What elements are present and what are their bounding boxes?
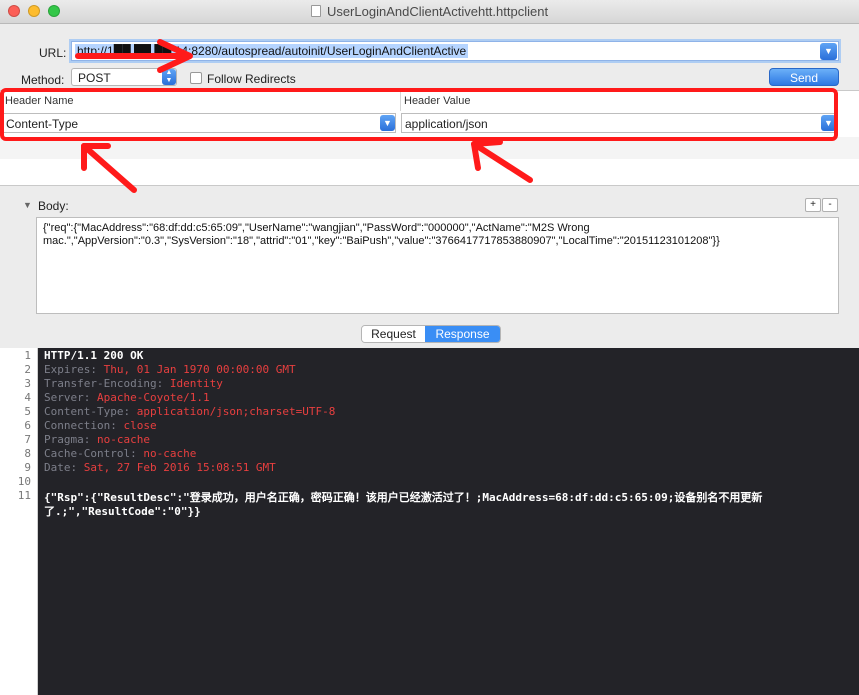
chevron-down-icon: ▼ — [824, 46, 833, 56]
header-key: Pragma: — [44, 433, 97, 446]
response-viewer: 1 2 3 4 5 6 7 8 9 10 11 HTTP/1.1 200 OK … — [0, 348, 859, 695]
disclosure-triangle-icon[interactable]: ▼ — [23, 200, 32, 210]
window-title-text: UserLoginAndClientActivehtt.httpclient — [326, 4, 549, 19]
header-value: application/json;charset=UTF-8 — [136, 405, 336, 418]
header-value: close — [123, 419, 157, 432]
line-number: 8 — [24, 447, 31, 460]
window-title: UserLoginAndClientActivehtt.httpclient — [0, 4, 859, 19]
line-number: 5 — [24, 405, 31, 418]
response-header-line: Cache-Control: no-cache — [44, 447, 196, 460]
line-number: 7 — [24, 433, 31, 446]
add-body-button[interactable]: + — [805, 198, 821, 212]
line-number: 9 — [24, 461, 31, 474]
method-label: Method: — [21, 73, 65, 87]
url-input[interactable]: http://1██.██.██.14:8280/autospread/auto… — [71, 41, 839, 61]
line-number: 3 — [24, 377, 31, 390]
line-number: 11 — [17, 489, 31, 502]
header-key: Connection: — [44, 419, 124, 432]
response-header-line: Pragma: no-cache — [44, 433, 150, 446]
response-header-line: Date: Sat, 27 Feb 2016 15:08:51 GMT — [44, 461, 276, 474]
body-textarea[interactable]: {"req":{"MacAddress":"68:df:dd:c5:65:09"… — [36, 217, 839, 314]
annotation-highlight-box — [0, 88, 838, 141]
document-icon — [310, 5, 321, 17]
line-number: 6 — [24, 419, 31, 432]
method-value: POST — [78, 71, 111, 85]
line-number: 10 — [17, 475, 31, 488]
header-value: Sat, 27 Feb 2016 15:08:51 GMT — [83, 461, 276, 474]
header-key: Cache-Control: — [44, 447, 144, 460]
line-number: 1 — [24, 349, 31, 362]
response-status-line: HTTP/1.1 200 OK — [44, 349, 144, 362]
header-value: no-cache — [143, 447, 197, 460]
response-header-line: Transfer-Encoding: Identity — [44, 377, 223, 390]
send-button[interactable]: Send — [769, 68, 839, 86]
header-key: Date: — [44, 461, 84, 474]
header-value: Apache-Coyote/1.1 — [96, 391, 210, 404]
response-header-line: Expires: Thu, 01 Jan 1970 00:00:00 GMT — [44, 363, 296, 376]
header-value: no-cache — [96, 433, 150, 446]
body-label: Body: — [38, 199, 69, 213]
follow-redirects-label: Follow Redirects — [207, 72, 296, 86]
remove-body-button[interactable]: - — [822, 198, 838, 212]
response-body-line: 了.;","ResultCode":"0"}} — [44, 505, 201, 518]
follow-redirects-checkbox[interactable] — [190, 72, 202, 84]
line-number: 4 — [24, 391, 31, 404]
response-header-line: Connection: close — [44, 419, 157, 432]
method-select[interactable]: POST ▲ ▼ — [71, 68, 177, 86]
line-number-gutter: 1 2 3 4 5 6 7 8 9 10 11 — [0, 348, 38, 695]
url-value[interactable]: http://1██.██.██.14:8280/autospread/auto… — [75, 44, 469, 58]
header-key: Content-Type: — [44, 405, 137, 418]
body-line: mac.","AppVersion":"0.3","SysVersion":"1… — [43, 235, 720, 247]
url-history-dropdown[interactable]: ▼ — [820, 43, 837, 60]
request-response-tabs: Request Response — [361, 325, 501, 343]
header-key: Expires: — [44, 363, 104, 376]
response-header-line: Server: Apache-Coyote/1.1 — [44, 391, 210, 404]
tab-request[interactable]: Request — [362, 326, 425, 342]
line-number: 2 — [24, 363, 31, 376]
tab-response[interactable]: Response — [425, 326, 500, 342]
stepper-icon[interactable]: ▲ ▼ — [162, 69, 176, 85]
url-label: URL: — [39, 46, 67, 60]
response-header-line: Content-Type: application/json;charset=U… — [44, 405, 335, 418]
header-key: Server: — [44, 391, 97, 404]
header-value: Thu, 01 Jan 1970 00:00:00 GMT — [103, 363, 296, 376]
title-bar: UserLoginAndClientActivehtt.httpclient — [0, 0, 859, 24]
body-line: {"req":{"MacAddress":"68:df:dd:c5:65:09"… — [43, 222, 590, 234]
header-key: Transfer-Encoding: — [44, 377, 170, 390]
header-value: Identity — [169, 377, 223, 390]
